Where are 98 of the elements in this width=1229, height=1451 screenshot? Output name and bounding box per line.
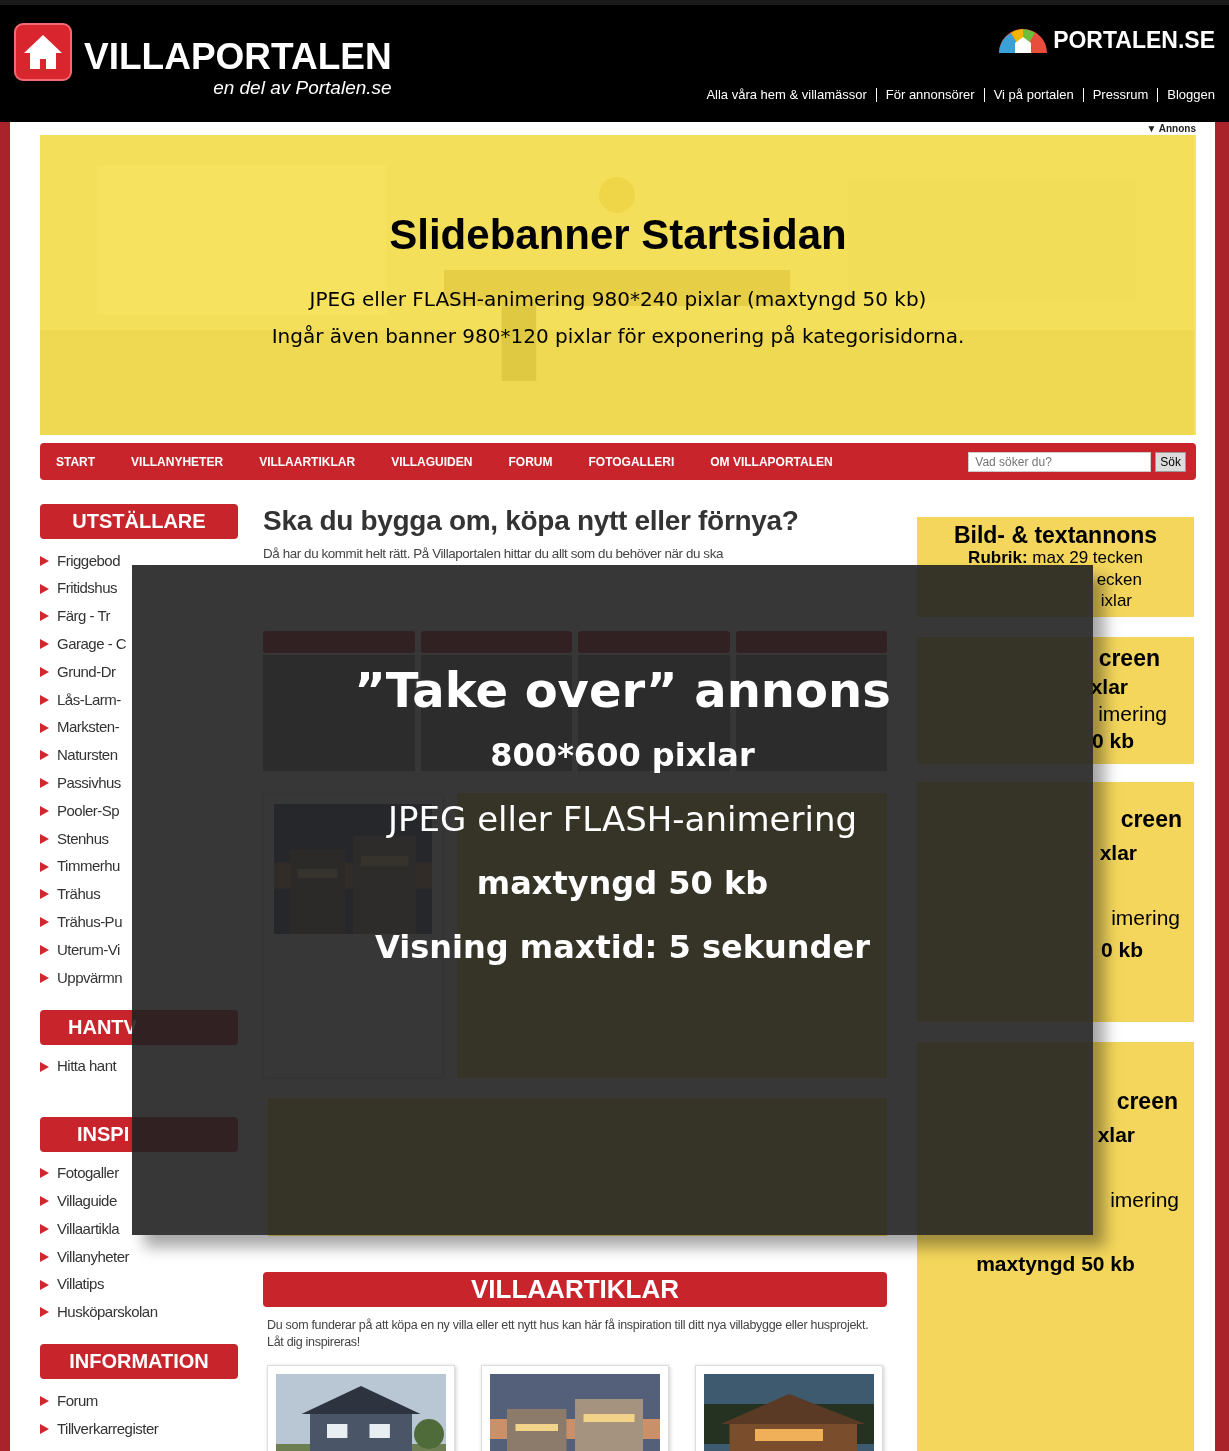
- sidebar-link[interactable]: Timmerhu: [57, 855, 120, 878]
- triangle-icon: [40, 694, 49, 705]
- triangle-icon: [40, 972, 49, 983]
- sidebar-link[interactable]: Uppvärmn: [57, 966, 123, 990]
- takeover-spec-text: Visning maxtid: 5 sekunder: [375, 927, 870, 968]
- takeover-title: ”Take over” annons: [354, 661, 891, 720]
- ad-spec-text: imering: [1098, 701, 1167, 726]
- ad-title: Bild- & textannons: [953, 522, 1158, 549]
- site-tagline: en del av Portalen.se: [212, 77, 392, 99]
- header-link[interactable]: Vi på portalen: [983, 87, 1083, 102]
- triangle-icon: [40, 778, 49, 789]
- takeover-spec-text: 800*600 pixlar: [490, 735, 755, 776]
- triangle-icon: [40, 611, 49, 622]
- banner-spec-text: Ingår även banner 980*120 pixlar för exponering på kategorisidorna.: [271, 323, 965, 350]
- ad-title: creen: [1116, 1088, 1178, 1115]
- sidebar-link[interactable]: Stenhus: [57, 827, 109, 851]
- triangle-icon: [40, 555, 49, 566]
- ad-spec-text: xlar: [1099, 841, 1137, 866]
- ad-spec-text: Rubrik: max 29 tecken: [968, 548, 1143, 569]
- triangle-icon: [40, 750, 49, 761]
- triangle-icon: [40, 722, 49, 733]
- ad-title: creen: [1120, 806, 1182, 833]
- house-icon: [14, 23, 72, 81]
- sidebar-link[interactable]: Lås-Larm-: [57, 688, 121, 712]
- ad-label: ▼ Annons: [1145, 122, 1196, 135]
- triangle-icon: [40, 1307, 49, 1318]
- ad-title: creen: [1098, 645, 1160, 672]
- nav-link[interactable]: OM VILLAPORTALEN: [710, 452, 833, 471]
- search-field[interactable]: Vad söker du?: [968, 451, 1152, 472]
- sidebar-link[interactable]: Fritidshus: [57, 577, 118, 600]
- triangle-icon: [40, 639, 49, 650]
- triangle-icon: [40, 1251, 49, 1262]
- header-link[interactable]: Alla våra hem & villamässor: [697, 87, 876, 102]
- triangle-icon: [40, 945, 49, 956]
- header-link[interactable]: Bloggen: [1157, 87, 1215, 102]
- ad-spec-text: ixlar: [1100, 591, 1132, 612]
- triangle-icon: [40, 1168, 49, 1179]
- nav-link[interactable]: VILLANYHETER: [131, 452, 224, 471]
- ad-spec-text: 0 kb: [1100, 937, 1143, 962]
- nav-link[interactable]: START: [56, 452, 96, 471]
- sidebar-link[interactable]: Grund-Dr: [57, 660, 116, 684]
- sidebar-link[interactable]: Fotogaller: [57, 1162, 119, 1185]
- triangle-icon: [40, 1061, 49, 1072]
- sidebar-link[interactable]: Husköparskolan: [57, 1301, 158, 1324]
- ad-spec-text: maxtyngd 50 kb: [976, 1251, 1135, 1276]
- section-heading: VILLAARTIKLAR: [263, 1272, 887, 1307]
- triangle-icon: [40, 583, 49, 594]
- ad-spec-text: xlar: [1097, 1123, 1135, 1148]
- intro-text: Då har du kommit helt rätt. På Villaportalen hittar du allt som du behöver när du ska: [263, 545, 723, 563]
- nav-link[interactable]: FORUM: [508, 452, 553, 471]
- sidebar-link[interactable]: Uterum-Vi: [57, 938, 120, 962]
- takeover-spec-text: maxtyngd 50 kb: [476, 863, 769, 904]
- nav-link[interactable]: VILLAARTIKLAR: [259, 452, 356, 471]
- sidebar-link[interactable]: Villatips: [57, 1273, 104, 1296]
- sidebar-link[interactable]: Passivhus: [57, 772, 121, 795]
- sidebar-link[interactable]: Pooler-Sp: [57, 799, 120, 823]
- sidebar-link[interactable]: Friggebod: [57, 549, 121, 573]
- sidebar-link[interactable]: Färg - Tr: [57, 605, 110, 628]
- sidebar-link[interactable]: Villaartikla: [57, 1217, 120, 1241]
- sidebar-link[interactable]: Natursten: [57, 744, 118, 767]
- brand-name: PORTALEN.SE: [1053, 26, 1215, 55]
- sidebar-link[interactable]: Forum: [57, 1389, 98, 1413]
- triangle-icon: [40, 1279, 49, 1290]
- triangle-icon: [40, 917, 49, 928]
- sidebar-link[interactable]: Garage - C: [57, 633, 127, 656]
- triangle-icon: [40, 833, 49, 844]
- nav-link[interactable]: VILLAGUIDEN: [391, 452, 473, 471]
- sidebar-link[interactable]: Trähus-Pu: [57, 911, 122, 934]
- banner-title: Slidebanner Startsidan: [389, 211, 847, 259]
- sidebar-link[interactable]: Marksten-: [57, 716, 120, 739]
- takeover-spec-text: JPEG eller FLASH-animering: [387, 798, 858, 841]
- sidebar-link[interactable]: Trähus: [57, 883, 101, 906]
- sidebar-link[interactable]: Villaguide: [57, 1190, 117, 1213]
- header-link[interactable]: Pressrum: [1082, 87, 1158, 102]
- ad-spec-text: ecken: [1096, 570, 1142, 591]
- sidebar-link[interactable]: Tillverkarregister: [57, 1417, 159, 1441]
- banner-spec-text: JPEG eller FLASH-animering 980*240 pixlar (maxtyngd 50 kb): [309, 286, 927, 313]
- triangle-icon: [40, 667, 49, 678]
- sidebar-heading: UTSTÄLLARE: [40, 504, 238, 539]
- sidebar-link[interactable]: Villanyheter: [57, 1245, 130, 1269]
- sidebar-link[interactable]: Hitta hant: [57, 1055, 117, 1078]
- triangle-icon: [40, 806, 49, 817]
- header-link[interactable]: För annonsörer: [875, 87, 984, 102]
- search-button[interactable]: Sök: [1155, 451, 1186, 472]
- triangle-icon: [40, 861, 49, 872]
- page-heading: Ska du bygga om, köpa nytt eller förnya?: [263, 504, 800, 538]
- ad-spec-text: 0 kb: [1091, 728, 1134, 753]
- ad-spec-text: imering: [1110, 1187, 1179, 1212]
- triangle-icon: [40, 1396, 49, 1407]
- triangle-icon: [40, 1224, 49, 1235]
- triangle-icon: [40, 1424, 49, 1434]
- section-text: Du som funderar på att köpa en ny villa eller ett nytt hus kan här få inspiration till ditt nya villabygge eller husprojekt. Låt dig inspireras!: [267, 1317, 870, 1351]
- nav-link[interactable]: FOTOGALLERI: [588, 452, 675, 471]
- sidebar-heading: INFORMATION: [40, 1344, 238, 1380]
- triangle-icon: [40, 889, 49, 900]
- ad-spec-text: imering: [1111, 905, 1180, 930]
- triangle-icon: [40, 1196, 49, 1207]
- site-title: VILLAPORTALEN: [84, 37, 392, 77]
